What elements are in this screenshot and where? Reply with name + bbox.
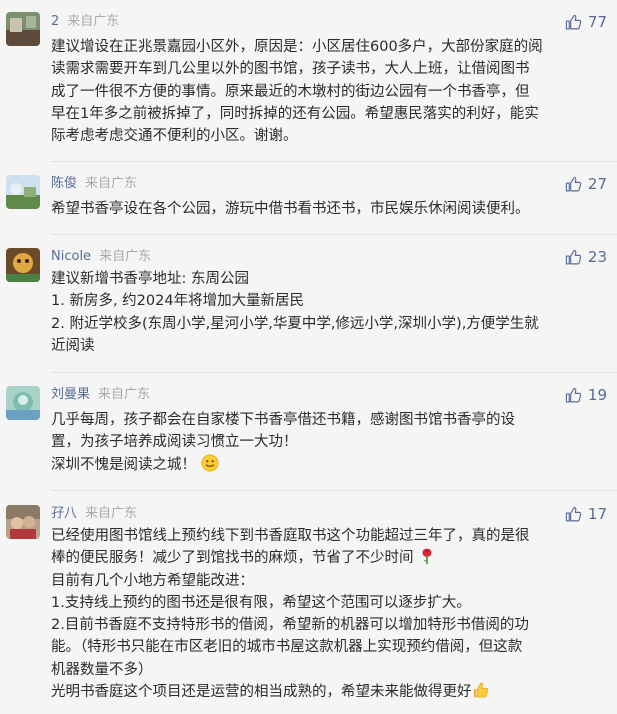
comment-line: 2.目前书香庭不支持特形书的借阅，希望新的机器可以增加特形书借阅的功 xyxy=(51,617,529,634)
comment-line: 目前有几个小地方希望能改进： xyxy=(51,572,254,589)
avatar[interactable] xyxy=(6,12,40,46)
comment-line: 建议新增书香亭地址: 东周公园 xyxy=(51,271,249,287)
comment-line: 希望书香亭设在各个公园，游玩中借书看书还书，市民娱乐休闲阅读便利。 xyxy=(51,201,530,217)
comment-line: 读需求需要开车到几公里以外的图书馆，孩子读书，大人上班，让借阅图书 xyxy=(51,61,530,78)
divider xyxy=(51,490,617,491)
like-count: 23 xyxy=(587,248,607,266)
location-label: 来自广东 xyxy=(85,176,138,191)
comment-line: 1. 新房多, 约2024年将增加大量新居民 xyxy=(51,293,305,310)
comment-line: 几乎每周，孩子都会在自家楼下书香亭借还书籍，感谢图书馆书香亭的设 xyxy=(51,412,515,428)
comment-line-text: 光明书香庭这个项目还是运营的相当成熟的，希望未来能做得更好 xyxy=(51,684,472,701)
comment-line: 机器数量不多） xyxy=(51,661,153,678)
comment-text: 希望书香亭设在各个公园，游玩中借书看书还书，市民娱乐休闲阅读便利。 xyxy=(51,198,609,220)
thumbs-up-icon xyxy=(565,387,582,402)
comment-line: 深圳不愧是阅读之城！ xyxy=(51,454,609,476)
comment-line: 光明书香庭这个项目还是运营的相当成熟的，希望未来能做得更好 xyxy=(51,681,609,703)
thumbs-up-icon xyxy=(565,249,582,264)
username[interactable]: 刘曼果 xyxy=(51,387,90,402)
divider xyxy=(51,161,617,162)
comment-line: 成了一件很不方便的事情。原来最近的木墩村的街边公园有一个书香亭，但 xyxy=(51,83,530,100)
like-count: 77 xyxy=(587,13,607,31)
location-label: 来自广东 xyxy=(67,14,120,29)
username[interactable]: 2 xyxy=(51,14,59,29)
avatar[interactable] xyxy=(6,386,40,420)
comment-line: 1.支持线上预约的图书还是很有限，希望这个范围可以逐步扩大。 xyxy=(51,594,471,611)
avatar[interactable] xyxy=(6,505,40,539)
comment-line: 能。（特形书只能在市区老旧的城市书屋这款机器上实现预约借阅，但这款 xyxy=(51,639,523,656)
thumbs-up-icon xyxy=(565,176,582,191)
comment-meta: 刘曼果 来自广东 xyxy=(51,386,150,404)
like-button[interactable]: 77 xyxy=(565,13,607,31)
location-label: 来自广东 xyxy=(85,506,138,521)
comment-line: 早在1年多之前被拆掉了，同时拆掉的还有公园。希望惠民落实的利好，能实 xyxy=(51,105,539,122)
comment-meta: Nicole 来自广东 xyxy=(51,248,151,266)
divider xyxy=(51,372,617,373)
comment-list: 2 来自广东 77 建议增设在正兆景嘉园小区外，原因是：小区居住600多户，大部份… xyxy=(0,0,617,714)
comment-line: 际考虑考虑交通不便利的小区。谢谢。 xyxy=(51,128,298,145)
comment-line: 已经使用图书馆线上预约线下到书香庭取书这个功能超过三年了，真的是很 xyxy=(51,528,530,544)
thumbs-up-icon xyxy=(565,506,582,521)
like-button[interactable]: 23 xyxy=(565,248,607,266)
comment-meta: 陈俊 来自广东 xyxy=(51,175,137,193)
like-button[interactable]: 27 xyxy=(565,175,607,193)
username[interactable]: 陈俊 xyxy=(51,176,77,191)
like-count: 27 xyxy=(587,175,607,193)
comment-line-text: 棒的便民服务！减少了到馆找书的麻烦，节省了不少时间 xyxy=(51,550,414,567)
location-label: 来自广东 xyxy=(99,249,152,264)
comment-line: 近阅读 xyxy=(51,337,95,354)
rose-emoji xyxy=(422,549,432,565)
like-count: 17 xyxy=(587,505,607,523)
username[interactable]: 孖八 xyxy=(51,506,77,521)
comment-text: 几乎每周，孩子都会在自家楼下书香亭借还书籍，感谢图书馆书香亭的设 置，为孩子培养… xyxy=(51,409,609,476)
comment-meta: 孖八 来自广东 xyxy=(51,505,137,523)
comment-meta: 2 来自广东 xyxy=(51,13,119,31)
like-button[interactable]: 19 xyxy=(565,386,607,404)
comment-line: 置，为孩子培养成阅读习惯立一大功！ xyxy=(51,434,298,451)
comment-text: 已经使用图书馆线上预约线下到书香庭取书这个功能超过三年了，真的是很 棒的便民服务… xyxy=(51,525,609,703)
smiling-face-emoji xyxy=(201,454,219,472)
thumbs-up-icon xyxy=(565,14,582,29)
comment-line-text: 深圳不愧是阅读之城！ xyxy=(51,456,196,473)
username[interactable]: Nicole xyxy=(51,249,91,264)
comment-line: 2. 附近学校多(东周小学,星河小学,华夏中学,修远小学,深圳小学),方便学生就 xyxy=(51,315,539,332)
comment-line: 棒的便民服务！减少了到馆找书的麻烦，节省了不少时间 xyxy=(51,547,609,569)
comment-text: 建议新增书香亭地址: 东周公园 1. 新房多, 约2024年将增加大量新居民 2… xyxy=(51,268,609,357)
divider xyxy=(51,234,617,235)
location-label: 来自广东 xyxy=(98,387,151,402)
like-button[interactable]: 17 xyxy=(565,505,607,523)
thumbs-up-emoji xyxy=(473,682,488,698)
avatar[interactable] xyxy=(6,248,40,282)
comment-line: 建议增设在正兆景嘉园小区外，原因是：小区居住600多户，大部份家庭的阅 xyxy=(51,39,543,55)
comment-text: 建议增设在正兆景嘉园小区外，原因是：小区居住600多户，大部份家庭的阅 读需求需… xyxy=(51,36,609,147)
like-count: 19 xyxy=(587,386,607,404)
avatar[interactable] xyxy=(6,175,40,209)
